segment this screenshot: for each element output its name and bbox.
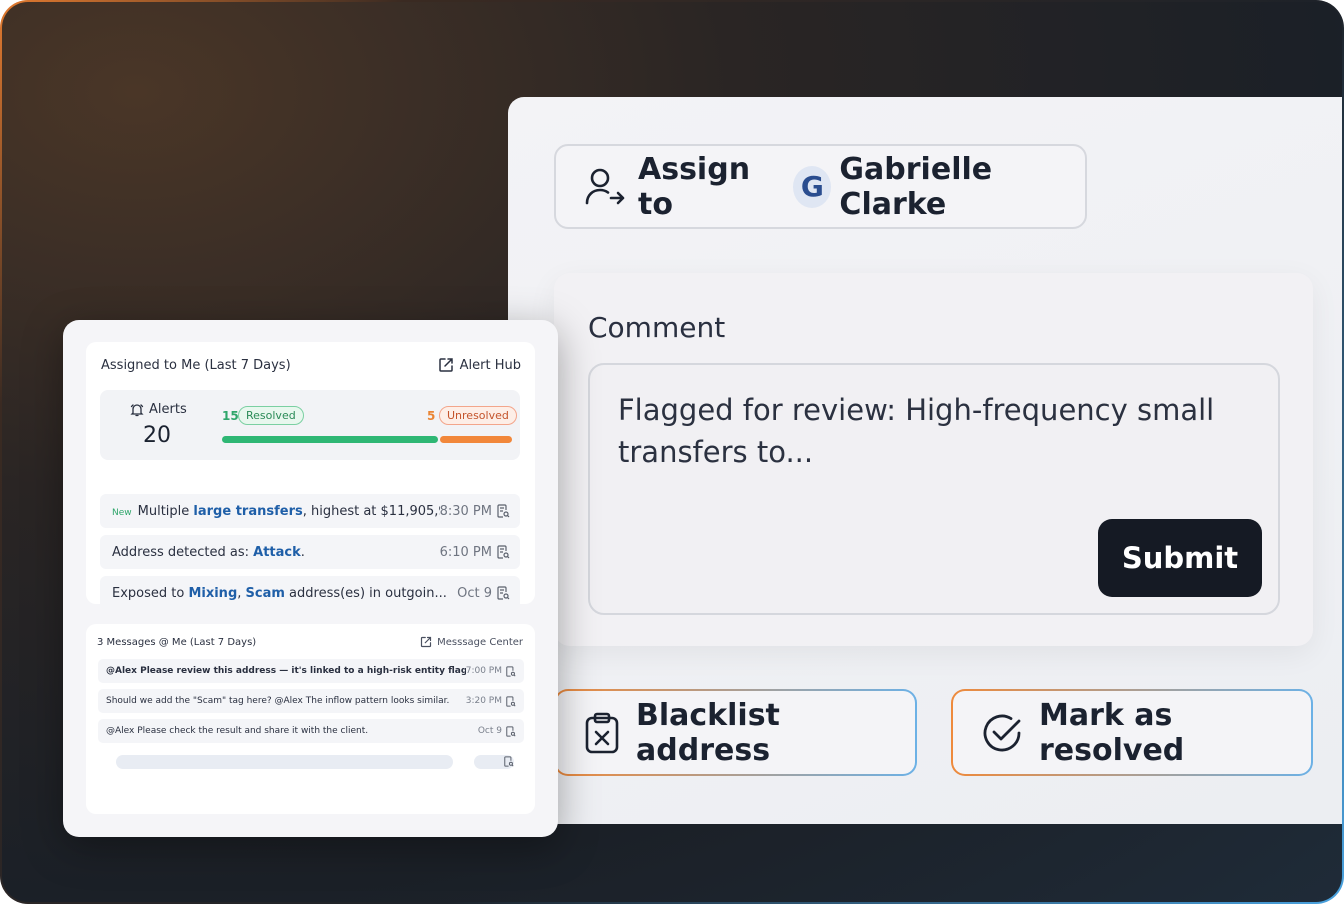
app-frame: Assign to G Gabrielle Clarke Comment Fla… — [0, 0, 1344, 904]
avatar: G — [793, 165, 832, 208]
alert-highlight: Attack — [253, 544, 301, 560]
comment-text: Flagged for review: High-frequency small… — [618, 393, 1215, 469]
alert-highlight: large transfers — [193, 503, 303, 519]
new-badge: New — [112, 507, 132, 518]
message-row[interactable]: @Alex Please check the result and share … — [98, 719, 524, 743]
doc-search-icon — [504, 756, 514, 767]
assign-label: Assign to — [638, 151, 751, 222]
unresolved-count: 5 — [427, 409, 436, 423]
blacklist-address-button[interactable]: Blacklist address — [554, 689, 917, 776]
alerts-stats: Alerts 20 15 Resolved 5 Unresolved — [100, 390, 520, 460]
alerts-label-text: Alerts — [149, 402, 187, 417]
assignee-name: Gabrielle Clarke — [839, 151, 993, 222]
comment-textarea[interactable]: Flagged for review: High-frequency small… — [588, 363, 1280, 615]
message-row-placeholder — [98, 750, 524, 774]
alert-highlight: Scam — [245, 585, 285, 601]
message-row[interactable]: @Alex Please review this address — it's … — [98, 659, 524, 683]
clipboard-x-icon — [584, 712, 620, 754]
alert-text-pre: Address detected as: — [112, 544, 254, 560]
alert-hub-link[interactable]: Alert Hub — [438, 357, 521, 373]
alert-text-sep: , — [237, 585, 246, 601]
alerts-count: 20 — [143, 423, 171, 448]
alert-text-pre: Multiple — [137, 503, 194, 519]
alert-text-post: . — [300, 544, 305, 560]
bell-icon — [130, 403, 144, 417]
alert-hub-label: Alert Hub — [459, 357, 521, 373]
message-time: 7:00 PM — [465, 666, 502, 676]
message-text: Should we add the "Scam" tag here? @Alex… — [106, 696, 450, 706]
comment-title: Comment — [588, 311, 726, 344]
assign-button[interactable]: Assign to G Gabrielle Clarke — [554, 144, 1087, 229]
submit-button[interactable]: Submit — [1098, 519, 1262, 597]
doc-search-icon — [506, 695, 516, 707]
alert-highlight: Mixing — [188, 585, 238, 601]
user-arrow-icon — [584, 167, 626, 207]
unresolved-progress-bar — [440, 436, 512, 443]
message-center-label: Messsage Center — [437, 636, 523, 648]
alert-row[interactable]: Exposed to Mixing, Scam address(es) in o… — [100, 576, 520, 610]
alert-row-text: Address detected as: Attack. — [112, 545, 440, 560]
background: Assign to G Gabrielle Clarke Comment Fla… — [2, 2, 1342, 902]
mark-resolved-button[interactable]: Mark as resolved — [951, 689, 1313, 776]
message-text: @Alex Please check the result and share … — [106, 726, 369, 736]
doc-search-icon — [497, 504, 510, 518]
messages-card-title: 3 Messages @ Me (Last 7 Days) — [97, 637, 257, 648]
unresolved-badge: Unresolved — [439, 406, 517, 425]
doc-search-icon — [497, 545, 510, 559]
check-circle-icon — [981, 712, 1023, 754]
alerts-label: Alerts — [130, 402, 187, 417]
message-row[interactable]: Should we add the "Scam" tag here? @Alex… — [98, 689, 524, 713]
dashboard-panel: Assigned to Me (Last 7 Days) Alert Hub A… — [63, 320, 558, 837]
doc-search-icon — [497, 586, 510, 600]
alert-time: 6:10 PM — [439, 544, 492, 560]
doc-search-icon — [506, 725, 516, 737]
message-time: 3:20 PM — [465, 696, 502, 706]
resolved-progress-bar — [222, 436, 438, 443]
messages-card: 3 Messages @ Me (Last 7 Days) Messsage C… — [86, 624, 535, 814]
message-center-link[interactable]: Messsage Center — [420, 636, 523, 648]
resolve-label: Mark as resolved — [1039, 697, 1185, 768]
alert-row[interactable]: Address detected as: Attack. 6:10 PM — [100, 535, 520, 569]
message-time: Oct 9 — [477, 726, 502, 736]
alert-row-text: New Multiple large transfers, highest at … — [112, 504, 440, 519]
alerts-card: Assigned to Me (Last 7 Days) Alert Hub A… — [86, 342, 535, 610]
external-link-icon — [438, 357, 454, 373]
alert-text-pre: Exposed to — [112, 585, 189, 601]
skeleton-text — [116, 755, 453, 769]
doc-search-icon — [506, 665, 516, 677]
resolved-count: 15 — [222, 409, 239, 423]
alert-time: 8:30 PM — [439, 503, 492, 519]
alert-text-post: , highest at $11,905,9... — [302, 503, 440, 519]
action-panel: Assign to G Gabrielle Clarke Comment Fla… — [508, 97, 1342, 824]
comment-card: Comment Flagged for review: High-frequen… — [554, 273, 1313, 646]
external-link-icon — [420, 636, 432, 648]
alert-row[interactable]: New Multiple large transfers, highest at … — [100, 494, 520, 528]
alert-row-text: Exposed to Mixing, Scam address(es) in o… — [112, 586, 457, 601]
alerts-card-title: Assigned to Me (Last 7 Days) — [101, 358, 291, 373]
resolved-badge: Resolved — [238, 406, 304, 425]
alert-time: Oct 9 — [457, 585, 492, 601]
message-text: @Alex Please review this address — it's … — [106, 666, 466, 676]
alert-text-post: address(es) in outgoin... — [284, 585, 447, 601]
blacklist-label: Blacklist address — [636, 697, 780, 768]
